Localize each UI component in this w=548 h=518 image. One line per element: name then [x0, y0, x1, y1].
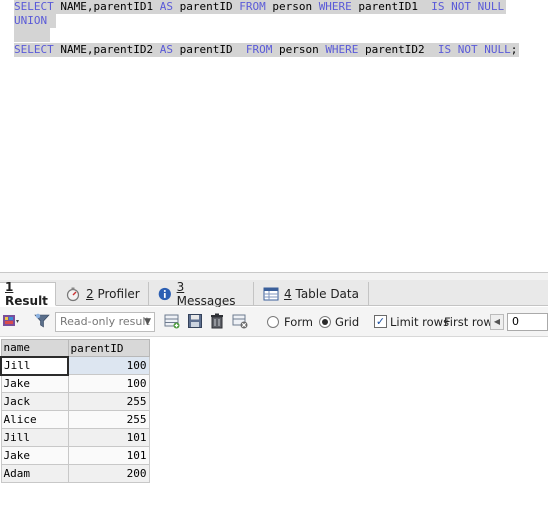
- tab-number: 3: [176, 280, 185, 294]
- table-row[interactable]: Jill 100: [0, 355, 150, 376]
- sql-text: parentID: [172, 0, 240, 13]
- tab-result[interactable]: 1 Result: [0, 280, 56, 308]
- table-row[interactable]: Jack 255: [0, 392, 150, 411]
- save-icon[interactable]: [187, 313, 203, 329]
- tab-table-data[interactable]: 4 Table Data: [255, 282, 369, 306]
- grid-cell-parentid[interactable]: 100: [67, 374, 150, 393]
- sql-keyword: WHERE: [325, 43, 359, 56]
- table-row[interactable]: Alice 255: [0, 410, 150, 429]
- result-grid[interactable]: name parentID Jill 100 Jake 100 Jack 255…: [0, 339, 150, 483]
- sql-text: person: [272, 43, 326, 56]
- limit-rows-label: Limit rows: [390, 315, 450, 329]
- grid-cell-name[interactable]: Alice: [0, 410, 69, 429]
- chevron-left-icon: ◀: [493, 317, 501, 326]
- column-header-name[interactable]: name: [0, 339, 69, 357]
- first-row-value: 0: [512, 315, 519, 328]
- sql-text: parentID: [172, 43, 246, 56]
- sql-text: person: [265, 0, 319, 13]
- tab-number: 2: [86, 287, 94, 301]
- tab-label: Messages: [176, 294, 236, 308]
- tab-messages[interactable]: 3 Messages: [150, 280, 254, 308]
- result-toolbar: Read-only result ▼ Form Grid ✓ Limit row…: [0, 307, 548, 337]
- sql-text: ;: [510, 43, 518, 56]
- tab-label: Profiler: [97, 287, 140, 301]
- filter-icon[interactable]: [34, 313, 50, 329]
- grid-cell-name[interactable]: Jack: [0, 392, 69, 411]
- grid-cell-parentid[interactable]: 101: [67, 446, 150, 465]
- sql-line-2: UNION: [14, 14, 56, 28]
- tab-label: Result: [5, 294, 48, 308]
- splitter[interactable]: [0, 272, 548, 280]
- discard-icon[interactable]: [232, 313, 248, 329]
- sql-keyword: WHERE: [318, 0, 352, 13]
- select-value: Read-only result: [60, 315, 150, 328]
- grid-cell-name[interactable]: Jill: [0, 355, 69, 376]
- first-row-input[interactable]: 0: [507, 313, 548, 331]
- add-row-icon[interactable]: [164, 313, 180, 329]
- table-row[interactable]: Jake 101: [0, 446, 150, 465]
- result-mode-select[interactable]: Read-only result ▼: [55, 312, 155, 332]
- sql-keyword: UNION: [14, 14, 48, 27]
- table-row[interactable]: Jill 101: [0, 428, 150, 447]
- table-data-icon: [263, 287, 279, 301]
- grid-header-row: name parentID: [0, 339, 150, 357]
- sql-editor[interactable]: SELECT NAME,parentID1 AS parentID FROM p…: [0, 0, 548, 272]
- form-view-radio[interactable]: [267, 316, 279, 328]
- grid-cell-name[interactable]: Jake: [0, 374, 69, 393]
- grid-view-radio[interactable]: [319, 316, 331, 328]
- tab-number: 4: [284, 287, 292, 301]
- table-row[interactable]: Jake 100: [0, 374, 150, 393]
- sql-text: NAME,parentID1: [53, 0, 160, 13]
- first-row-label: First row:: [444, 315, 497, 329]
- grid-cell-parentid[interactable]: 255: [67, 410, 150, 429]
- sql-text: parentID1: [351, 0, 432, 13]
- limit-rows-checkbox[interactable]: ✓: [374, 315, 387, 328]
- messages-info-icon: [158, 287, 171, 301]
- tab-number: 1: [5, 280, 14, 294]
- sql-keyword: SELECT: [14, 0, 54, 13]
- sql-blank-line-selection: [14, 28, 50, 42]
- result-tabs: 1 Result 2 Profiler 3 Messages 4 Table D…: [0, 280, 548, 308]
- sql-keyword: SELECT: [14, 43, 54, 56]
- sql-keyword: AS: [159, 0, 173, 13]
- tab-label: Table Data: [295, 287, 359, 301]
- sql-keyword: FROM: [239, 0, 266, 13]
- sql-keyword: IS NOT NULL: [431, 0, 505, 13]
- sql-keyword: FROM: [245, 43, 273, 56]
- grid-cell-name[interactable]: Adam: [0, 464, 69, 483]
- sql-text: NAME,parentID2: [53, 43, 160, 56]
- sql-text: parentID2: [358, 43, 438, 56]
- grid-cell-parentid[interactable]: 101: [67, 428, 150, 447]
- sql-keyword: AS: [159, 43, 173, 56]
- previous-page-button[interactable]: ◀: [490, 314, 504, 330]
- sql-keyword: IS NOT NULL: [437, 43, 511, 56]
- grid-cell-name[interactable]: Jake: [0, 446, 69, 465]
- grid-cell-parentid[interactable]: 100: [67, 356, 150, 375]
- grid-cell-parentid[interactable]: 255: [67, 392, 150, 411]
- column-header-parentid[interactable]: parentID: [67, 339, 150, 357]
- chevron-down-icon: ▼: [144, 317, 151, 327]
- grid-view-label: Grid: [335, 315, 360, 329]
- profiler-icon: [66, 287, 80, 302]
- grid-cell-name[interactable]: Jill: [0, 428, 69, 447]
- sql-line-1: SELECT NAME,parentID1 AS parentID FROM p…: [14, 0, 507, 14]
- tab-profiler[interactable]: 2 Profiler: [57, 282, 149, 306]
- sql-line-4: SELECT NAME,parentID2 AS parentID FROM p…: [14, 43, 520, 57]
- table-row[interactable]: Adam 200: [0, 464, 150, 483]
- results-grid-icon[interactable]: [2, 313, 20, 329]
- form-view-label: Form: [284, 315, 313, 329]
- grid-cell-parentid[interactable]: 200: [67, 464, 150, 483]
- delete-icon[interactable]: [209, 313, 225, 329]
